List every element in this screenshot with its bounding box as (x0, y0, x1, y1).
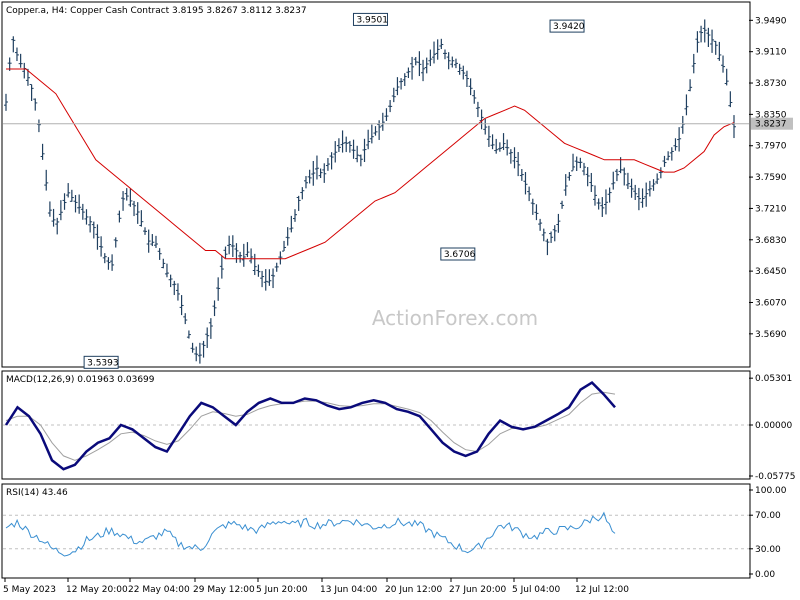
price-annotation-label: 3.9420 (553, 22, 585, 32)
y-tick-label: 3.6450 (755, 267, 787, 277)
y-tick-label: 3.6070 (755, 298, 787, 308)
rsi-y-tick-label: 70.00 (755, 511, 781, 521)
x-tick-label: 12 May 20:00 (66, 585, 128, 595)
price-chart: ActionForex.com 3.9501 3.9420 3.6706 3.5393… (1, 1, 795, 595)
macd-header: MACD(12,26,9) 0.01963 0.03699 (6, 375, 155, 385)
x-tick-label: 5 May 2023 (3, 585, 56, 595)
y-tick-label: 3.8350 (755, 110, 787, 120)
y-tick-label: 3.7970 (755, 142, 787, 152)
watermark: ActionForex.com (372, 306, 538, 330)
macd-y-tick-label: 0.05301 (755, 374, 792, 384)
macd-y-tick-label: -0.05775 (755, 472, 795, 482)
x-tick-label: 29 May 12:00 (193, 585, 255, 595)
rsi-panel-frame (1, 483, 751, 579)
y-tick-label: 3.7210 (755, 204, 787, 214)
y-tick-label: 3.8730 (755, 79, 787, 89)
x-tick-label: 12 Jul 12:00 (575, 585, 629, 595)
y-tick-label: 3.6830 (755, 236, 787, 246)
macd-y-tick-label: 0.00000 (755, 421, 792, 431)
price-annotation-label: 3.9501 (356, 15, 388, 25)
y-tick-label: 3.9490 (755, 16, 787, 26)
rsi-header: RSI(14) 43.46 (6, 488, 68, 498)
rsi-y-tick-label: 100.00 (755, 486, 787, 496)
x-tick-label: 20 Jun 12:00 (385, 585, 442, 595)
y-tick-label: 3.5690 (755, 330, 787, 340)
y-tick-label: 3.7590 (755, 173, 787, 183)
x-tick-label: 5 Jul 04:00 (512, 585, 561, 595)
rsi-y-tick-label: 30.00 (755, 545, 781, 555)
x-tick-label: 22 May 04:00 (128, 585, 190, 595)
symbol-header: Copper.a, H4: Copper Cash Contract 3.819… (6, 6, 307, 16)
current-price-label: 3.8237 (755, 120, 787, 130)
rsi-y-tick-label: 0.00 (755, 570, 775, 580)
y-tick-label: 3.9110 (755, 48, 787, 58)
price-annotation-label: 3.6706 (444, 250, 476, 260)
x-tick-label: 5 Jun 20:00 (256, 585, 308, 595)
x-tick-label: 13 Jun 04:00 (320, 585, 377, 595)
x-tick-label: 27 Jun 20:00 (449, 585, 506, 595)
price-annotation-label: 3.5393 (87, 358, 119, 368)
